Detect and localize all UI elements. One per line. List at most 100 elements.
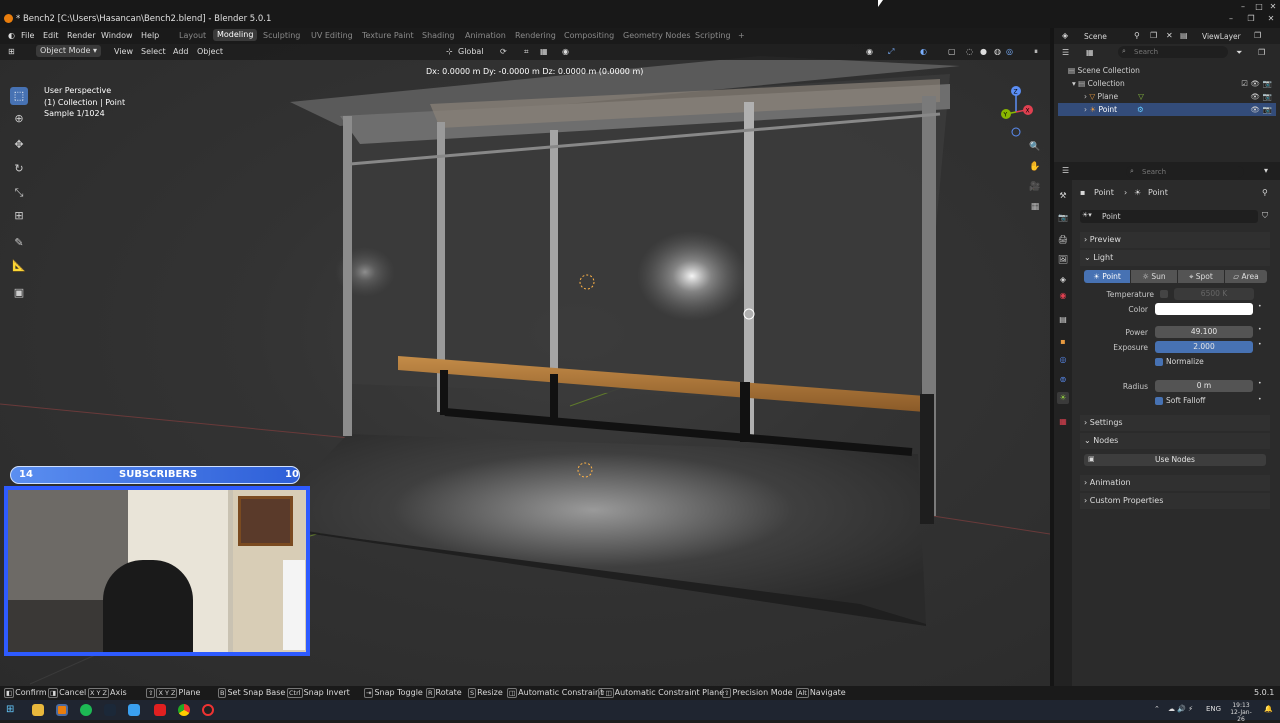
pin-icon[interactable]: ⚲ bbox=[1134, 31, 1140, 40]
menu-render[interactable]: Render bbox=[67, 31, 95, 40]
exposure-keyframe-icon[interactable]: • bbox=[1258, 341, 1262, 348]
steam-icon[interactable] bbox=[104, 704, 116, 716]
temperature-checkbox[interactable] bbox=[1160, 290, 1168, 298]
select-box-tool-icon[interactable]: ⬚ bbox=[10, 87, 28, 105]
exposure-field[interactable]: 2.000 bbox=[1155, 341, 1253, 353]
navigation-gizmo[interactable]: Z Y X bbox=[990, 84, 1042, 144]
new-scene-icon[interactable]: ❐ bbox=[1150, 31, 1157, 40]
maximize-icon[interactable]: □ bbox=[1254, 2, 1264, 12]
scale-tool-icon[interactable]: ⤡ bbox=[10, 184, 28, 202]
file-explorer-icon[interactable] bbox=[32, 704, 44, 716]
menu-object[interactable]: Object bbox=[197, 47, 223, 56]
outliner-row-scene-collection[interactable]: ▤ Scene Collection bbox=[1058, 64, 1276, 77]
power-field[interactable]: 49.100 bbox=[1155, 326, 1253, 338]
viewlayer-icon[interactable]: ▤ bbox=[1180, 31, 1188, 40]
radius-field[interactable]: 0 m bbox=[1155, 380, 1253, 392]
outliner-row-collection[interactable]: ▾ ▤ Collection ☑ 👁 📷 bbox=[1058, 77, 1276, 90]
settings-section[interactable]: › Settings bbox=[1080, 415, 1270, 431]
tab-shading[interactable]: Shading bbox=[422, 31, 455, 40]
snap-icon[interactable]: ⌗ bbox=[524, 47, 529, 57]
add-cube-tool-icon[interactable]: ▣ bbox=[10, 284, 28, 302]
scene-name[interactable]: Scene bbox=[1084, 32, 1107, 41]
tab-rendering[interactable]: Rendering bbox=[515, 31, 556, 40]
menu-file[interactable]: File bbox=[21, 31, 34, 40]
properties-options-icon[interactable]: ▾ bbox=[1264, 166, 1268, 175]
outliner-editor-icon[interactable]: ☰ bbox=[1062, 48, 1069, 57]
new-viewlayer-icon[interactable]: ❐ bbox=[1254, 31, 1261, 40]
window-min-icon[interactable]: – bbox=[1226, 14, 1236, 24]
outliner-search-input[interactable]: Search bbox=[1118, 46, 1228, 58]
properties-search-input[interactable]: Search bbox=[1126, 166, 1244, 178]
light-data-tab-icon[interactable]: ☀ bbox=[1057, 392, 1069, 404]
mode-selector[interactable]: Object Mode ▾ bbox=[36, 45, 101, 57]
move-tool-icon[interactable]: ✥ bbox=[10, 136, 28, 154]
tab-scripting[interactable]: Scripting bbox=[695, 31, 731, 40]
physics-tab-icon[interactable]: ◎ bbox=[1057, 354, 1069, 366]
window-close-icon[interactable]: ✕ bbox=[1266, 14, 1276, 24]
start-menu-icon[interactable]: ⊞ bbox=[6, 704, 18, 716]
render-tab-icon[interactable]: 📷 bbox=[1057, 212, 1069, 224]
tab-modeling[interactable]: Modeling bbox=[213, 29, 258, 41]
pin-properties-icon[interactable]: ⚲ bbox=[1262, 188, 1268, 197]
annotate-tool-icon[interactable]: ✎ bbox=[10, 234, 28, 252]
rendered-shading-icon[interactable]: ◎ bbox=[1006, 47, 1013, 56]
language-indicator[interactable]: ENG bbox=[1206, 705, 1221, 713]
object-tab-icon[interactable]: ▪ bbox=[1057, 336, 1069, 348]
world-tab-icon[interactable]: ◉ bbox=[1057, 290, 1069, 302]
add-workspace-button[interactable]: + bbox=[738, 31, 745, 40]
notification-icon[interactable]: 🔔 bbox=[1264, 705, 1273, 713]
use-nodes-button[interactable]: Use Nodes bbox=[1084, 454, 1266, 466]
animation-section[interactable]: › Animation bbox=[1080, 475, 1270, 491]
minimize-icon[interactable]: – bbox=[1238, 2, 1248, 12]
spotify-icon[interactable] bbox=[80, 704, 92, 716]
editor-type-icon[interactable]: ⊞ bbox=[8, 47, 15, 56]
orientation-icon[interactable]: ⊹ bbox=[446, 47, 453, 56]
light-section[interactable]: ⌄ Light bbox=[1080, 250, 1270, 266]
collection-tab-icon[interactable]: ▤ bbox=[1057, 314, 1069, 326]
visibility-icon[interactable]: ◉ bbox=[866, 47, 873, 56]
obs-icon[interactable] bbox=[202, 704, 214, 716]
blender-menu-icon[interactable]: ◐ bbox=[8, 31, 15, 40]
tray-chevron-icon[interactable]: ⌃ bbox=[1154, 705, 1160, 713]
radius-keyframe-icon[interactable]: • bbox=[1258, 380, 1262, 387]
orientation-dropdown[interactable]: Global bbox=[458, 47, 484, 56]
light-type-sun[interactable]: ☼ Sun bbox=[1131, 270, 1177, 283]
ortho-toggle-icon[interactable]: ▦ bbox=[1028, 202, 1042, 216]
filter-icon[interactable]: ⏷ bbox=[1236, 48, 1242, 58]
menu-view[interactable]: View bbox=[114, 47, 133, 56]
outliner-row-point[interactable]: › ☀ Point ⚙ 👁 📷 bbox=[1058, 103, 1276, 116]
light-type-point[interactable]: ☀ Point bbox=[1084, 270, 1130, 283]
power-keyframe-icon[interactable]: • bbox=[1258, 326, 1262, 333]
close-icon[interactable]: ✕ bbox=[1268, 2, 1278, 12]
tab-texture-paint[interactable]: Texture Paint bbox=[362, 31, 414, 40]
solid-shading-icon[interactable]: ● bbox=[980, 47, 987, 56]
menu-help[interactable]: Help bbox=[141, 31, 159, 40]
scene-selector-icon[interactable]: ◈ bbox=[1062, 31, 1068, 40]
menu-window[interactable]: Window bbox=[101, 31, 133, 40]
tab-animation[interactable]: Animation bbox=[465, 31, 506, 40]
measure-tool-icon[interactable]: 📐 bbox=[10, 257, 28, 275]
wireframe-shading-icon[interactable]: ◌ bbox=[966, 47, 973, 56]
tool-tab-icon[interactable]: ⚒ bbox=[1057, 190, 1069, 202]
temperature-field[interactable]: 6500 K bbox=[1174, 288, 1254, 300]
tab-layout[interactable]: Layout bbox=[179, 31, 206, 40]
tab-sculpting[interactable]: Sculpting bbox=[263, 31, 300, 40]
gizmo-toggle-icon[interactable]: ⤢ bbox=[888, 47, 894, 57]
transform-tool-icon[interactable]: ⊞ bbox=[10, 207, 28, 225]
texture-tab-icon[interactable]: ▦ bbox=[1057, 416, 1069, 428]
soft-falloff-checkbox[interactable]: Soft Falloff bbox=[1155, 396, 1205, 405]
snap-target-icon[interactable]: ▦ bbox=[540, 47, 548, 56]
scene-tab-icon[interactable]: ◈ bbox=[1057, 274, 1069, 286]
chrome-icon[interactable] bbox=[178, 704, 190, 716]
viewlayer-name[interactable]: ViewLayer bbox=[1202, 32, 1241, 41]
app-icon[interactable] bbox=[128, 704, 140, 716]
properties-editor-icon[interactable]: ☰ bbox=[1062, 166, 1069, 175]
menu-select[interactable]: Select bbox=[141, 47, 166, 56]
light-type-area[interactable]: ▱ Area bbox=[1225, 270, 1267, 283]
pause-icon[interactable]: ⏸ bbox=[1034, 47, 1038, 57]
custom-properties-section[interactable]: › Custom Properties bbox=[1080, 493, 1270, 509]
light-datablock-field[interactable]: Point bbox=[1080, 210, 1258, 223]
tab-compositing[interactable]: Compositing bbox=[564, 31, 614, 40]
material-shading-icon[interactable]: ◍ bbox=[994, 47, 1001, 56]
proportional-edit-icon[interactable]: ◉ bbox=[562, 47, 569, 56]
